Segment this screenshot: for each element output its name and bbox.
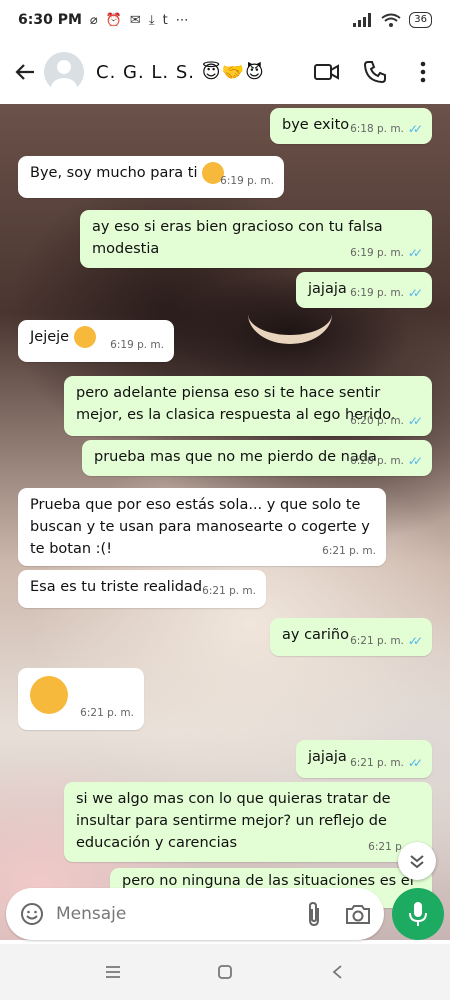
message-incoming[interactable]: Prueba que por eso estás sola... y que s… xyxy=(18,488,386,566)
status-bar: 6:30 PM ⌀ ⏰ ✉ ⤓ t ⋯ 36 xyxy=(0,0,450,40)
mute-icon: ⌀ xyxy=(89,12,98,28)
status-time: 6:30 PM xyxy=(18,12,82,28)
download-icon: ⤓ xyxy=(148,12,155,28)
phone-icon[interactable] xyxy=(362,59,388,85)
hand-over-mouth-emoji-icon xyxy=(73,326,96,348)
mail-icon: ✉ xyxy=(129,12,141,28)
home-icon[interactable] xyxy=(210,957,240,987)
halo-emoji-icon: 😇 xyxy=(201,61,222,83)
message-composer xyxy=(6,888,384,940)
message-outgoing[interactable]: jajaja 6:19 p. m. ✓✓ xyxy=(296,272,432,308)
message-incoming[interactable]: 6:21 p. m. xyxy=(18,668,144,730)
wifi-icon xyxy=(381,13,401,27)
notification-icons: ⌀ ⏰ ✉ ⤓ t ⋯ xyxy=(90,13,189,28)
hand-over-mouth-emoji-icon xyxy=(30,676,68,714)
video-call-icon[interactable] xyxy=(314,59,340,85)
message-incoming[interactable]: Jejeje 6:19 p. m. xyxy=(18,320,174,362)
system-nav-bar xyxy=(0,944,450,1000)
devil-emoji-icon: 😈 xyxy=(244,61,265,83)
avatar-icon xyxy=(51,60,77,92)
recents-icon[interactable] xyxy=(98,957,128,987)
more-notifications-icon: ⋯ xyxy=(175,12,189,28)
message-outgoing[interactable]: jajaja 6:21 p. m. ✓✓ xyxy=(296,740,432,778)
message-outgoing[interactable]: bye exito 6:18 p. m. ✓✓ xyxy=(270,108,432,144)
message-incoming[interactable]: Esa es tu triste realidad 6:21 p. m. xyxy=(18,570,266,608)
mic-icon xyxy=(409,902,427,926)
read-receipt-icon: ✓✓ xyxy=(407,286,423,300)
back-nav-icon[interactable] xyxy=(322,957,352,987)
battery-indicator: 36 xyxy=(409,12,432,28)
scroll-down-icon xyxy=(410,855,424,869)
read-receipt-icon: ✓✓ xyxy=(407,756,423,770)
message-outgoing[interactable]: si we algo mas con lo que quieras tratar… xyxy=(64,782,432,862)
signal-icon xyxy=(353,13,372,27)
back-arrow-icon[interactable] xyxy=(8,55,42,89)
camera-icon[interactable] xyxy=(344,900,372,928)
read-receipt-icon: ✓✓ xyxy=(407,634,423,648)
message-outgoing[interactable]: pero adelante piensa eso si te hace sent… xyxy=(64,376,432,436)
tumblr-icon: t xyxy=(162,12,168,28)
mic-button[interactable] xyxy=(392,888,444,940)
more-options-icon[interactable] xyxy=(410,59,436,85)
message-outgoing[interactable]: ay eso si eras bien gracioso con tu fals… xyxy=(80,210,432,268)
read-receipt-icon: ✓✓ xyxy=(407,122,423,136)
read-receipt-icon: ✓✓ xyxy=(407,246,423,260)
message-outgoing[interactable]: prueba mas que no me pierdo de nada 6:20… xyxy=(82,440,432,476)
emoji-icon[interactable] xyxy=(18,900,46,928)
message-incoming[interactable]: Bye, soy mucho para ti 6:19 p. m. xyxy=(18,156,284,198)
contact-name[interactable]: C. G. L. S. 😇🤝😈 xyxy=(96,62,314,83)
chat-header: C. G. L. S. 😇🤝😈 xyxy=(0,40,450,104)
read-receipt-icon: ✓✓ xyxy=(407,414,423,428)
handshake-emoji-icon: 🤝 xyxy=(221,61,245,83)
scroll-down-button[interactable] xyxy=(398,842,436,880)
attach-icon[interactable] xyxy=(300,900,328,928)
chat-area[interactable]: bye exito 6:18 p. m. ✓✓ Bye, soy mucho pa… xyxy=(0,104,450,940)
alarm-icon: ⏰ xyxy=(105,12,122,28)
message-outgoing[interactable]: ay cariño 6:21 p. m. ✓✓ xyxy=(270,618,432,656)
avatar[interactable] xyxy=(44,52,84,92)
read-receipt-icon: ✓✓ xyxy=(407,454,423,468)
message-input[interactable] xyxy=(56,904,300,924)
